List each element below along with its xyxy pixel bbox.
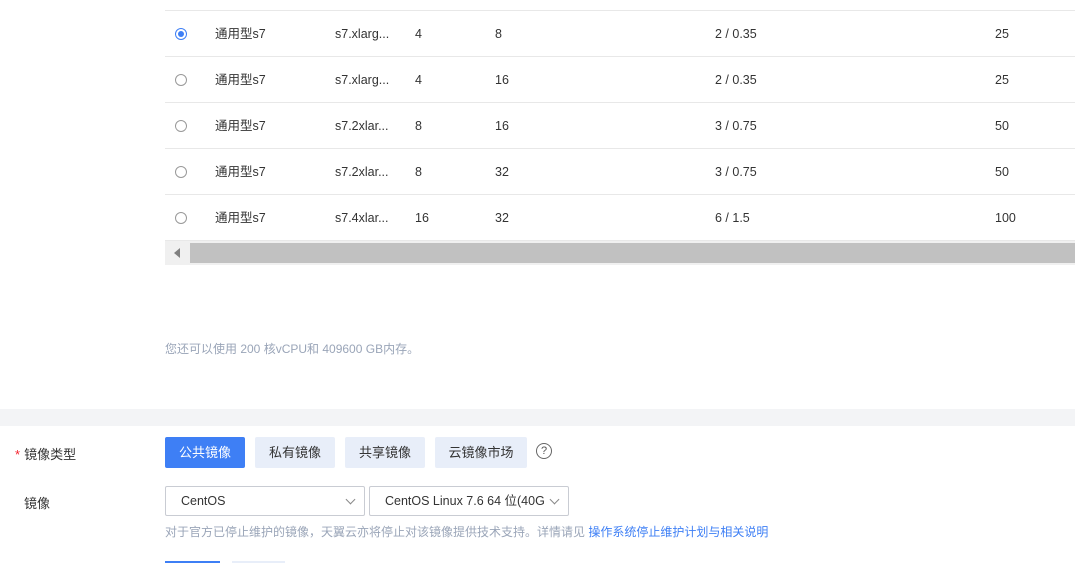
os-select-value: CentOS — [181, 494, 226, 508]
cell-spec: s7.2xlar... — [335, 165, 389, 179]
horizontal-scrollbar[interactable] — [165, 241, 1075, 265]
cell-spec: s7.xlarg... — [335, 73, 390, 87]
cell-vcpu: 8 — [415, 165, 422, 179]
private-image-button[interactable]: 私有镜像 — [255, 437, 335, 468]
cell-spec: s7.4xlar... — [335, 211, 389, 225]
os-select[interactable]: CentOS — [165, 486, 365, 516]
cell-vcpu: 4 — [415, 73, 422, 87]
quota-hint: 您还可以使用 200 核vCPU和 409600 GB内存。 — [165, 342, 420, 356]
cell-bandwidth: 3 / 0.75 — [715, 119, 757, 133]
scroll-left-arrow-icon[interactable] — [165, 241, 189, 265]
public-image-button[interactable]: 公共镜像 — [165, 437, 245, 468]
chevron-down-icon — [345, 494, 356, 505]
cell-bandwidth: 2 / 0.35 — [715, 73, 757, 87]
cell-type: 通用型s7 — [215, 73, 266, 87]
cell-bandwidth: 2 / 0.35 — [715, 27, 757, 41]
help-icon[interactable]: ? — [536, 443, 552, 459]
cell-memory: 32 — [495, 165, 509, 179]
cell-vcpu: 16 — [415, 211, 429, 225]
cell-memory: 16 — [495, 73, 509, 87]
image-type-label: * 镜像类型 — [15, 444, 76, 463]
eol-note: 对于官方已停止维护的镜像，天翼云亦将停止对该镜像提供技术支持。详情请见 操作系统… — [165, 523, 768, 540]
required-mark: * — [15, 447, 21, 462]
image-label: 镜像 — [24, 496, 51, 511]
row-radio[interactable] — [175, 120, 187, 132]
shared-image-button[interactable]: 共享镜像 — [345, 437, 425, 468]
eol-note-text: 对于官方已停止维护的镜像，天翼云亦将停止对该镜像提供技术支持。详情请见 — [165, 525, 586, 539]
os-version-select[interactable]: CentOS Linux 7.6 64 位(40G — [369, 486, 569, 516]
row-radio[interactable] — [175, 166, 187, 178]
cell-pps: 50 — [995, 119, 1009, 133]
row-radio[interactable] — [175, 74, 187, 86]
cell-memory: 32 — [495, 211, 509, 225]
cell-type: 通用型s7 — [215, 165, 266, 179]
cell-spec: s7.xlarg... — [335, 27, 390, 41]
section-divider — [0, 409, 1075, 426]
instance-spec-table: 通用型s7 s7.xlarg... 4 8 2 / 0.35 25 通用型s7 … — [165, 11, 1075, 241]
cell-spec: s7.2xlar... — [335, 119, 389, 133]
os-version-value: CentOS Linux 7.6 64 位(40G — [385, 494, 545, 508]
cell-pps: 100 — [995, 211, 1016, 225]
cell-pps: 50 — [995, 165, 1009, 179]
cell-vcpu: 8 — [415, 119, 422, 133]
scrollbar-thumb[interactable] — [190, 243, 1075, 263]
cell-type: 通用型s7 — [215, 211, 266, 225]
table-row[interactable]: 通用型s7 s7.xlarg... 4 8 2 / 0.35 25 — [165, 11, 1075, 57]
table-row[interactable]: 通用型s7 s7.4xlar... 16 32 6 / 1.5 100 — [165, 195, 1075, 241]
table-row[interactable]: 通用型s7 s7.2xlar... 8 16 3 / 0.75 50 — [165, 103, 1075, 149]
cell-memory: 8 — [495, 27, 502, 41]
row-radio[interactable] — [175, 28, 187, 40]
cell-vcpu: 4 — [415, 27, 422, 41]
cell-type: 通用型s7 — [215, 27, 266, 41]
cell-bandwidth: 6 / 1.5 — [715, 211, 750, 225]
image-market-button[interactable]: 云镜像市场 — [435, 437, 527, 468]
table-row[interactable]: 通用型s7 s7.2xlar... 8 32 3 / 0.75 50 — [165, 149, 1075, 195]
row-radio[interactable] — [175, 212, 187, 224]
cell-memory: 16 — [495, 119, 509, 133]
cell-pps: 25 — [995, 27, 1009, 41]
chevron-down-icon — [549, 494, 560, 505]
image-type-label-text: 镜像类型 — [24, 447, 77, 462]
cell-type: 通用型s7 — [215, 119, 266, 133]
table-row[interactable]: 通用型s7 s7.xlarg... 4 16 2 / 0.35 25 — [165, 57, 1075, 103]
cell-pps: 25 — [995, 73, 1009, 87]
cell-bandwidth: 3 / 0.75 — [715, 165, 757, 179]
eol-plan-link[interactable]: 操作系统停止维护计划与相关说明 — [588, 525, 768, 539]
